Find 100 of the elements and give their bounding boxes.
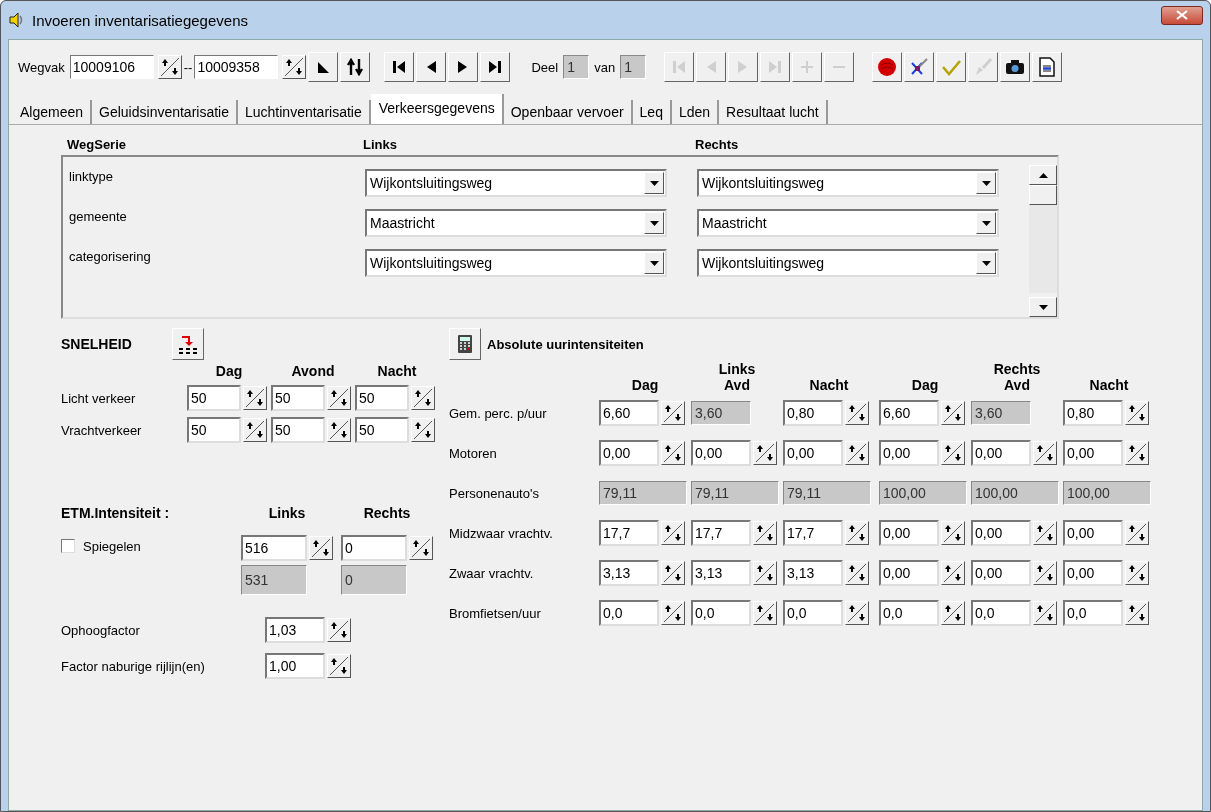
- value-field[interactable]: 0,00: [879, 520, 939, 546]
- value-field[interactable]: 6,60: [879, 400, 939, 426]
- document-button[interactable]: [1032, 52, 1063, 82]
- copy-down-button[interactable]: [171, 328, 204, 360]
- factor-field[interactable]: 1,03: [265, 617, 325, 643]
- dropdown[interactable]: Wijkontsluitingsweg: [697, 249, 999, 277]
- dropdown[interactable]: Maastricht: [365, 209, 667, 237]
- scroll-down-button[interactable]: [1029, 297, 1057, 317]
- spin-button[interactable]: [753, 601, 777, 625]
- spin-button[interactable]: [845, 521, 869, 545]
- dropdown-arrow-button[interactable]: [976, 252, 996, 274]
- spin-button[interactable]: [411, 418, 435, 442]
- dropdown[interactable]: Wijkontsluitingsweg: [365, 169, 667, 197]
- value-field[interactable]: 0,00: [1063, 560, 1123, 586]
- value-field[interactable]: 0,00: [879, 440, 939, 466]
- value-field[interactable]: 0,00: [599, 440, 659, 466]
- dropdown-arrow-button[interactable]: [644, 212, 664, 234]
- camera-button[interactable]: [1000, 52, 1031, 82]
- spin-button[interactable]: [753, 521, 777, 545]
- value-field[interactable]: 0,0: [599, 600, 659, 626]
- close-button[interactable]: [1161, 5, 1203, 25]
- spin-button[interactable]: [1125, 601, 1149, 625]
- speed-field[interactable]: 50: [187, 417, 241, 443]
- first-record-button[interactable]: [384, 52, 415, 82]
- value-field[interactable]: 0,00: [879, 560, 939, 586]
- speed-field[interactable]: 50: [355, 385, 409, 411]
- spin-button[interactable]: [941, 601, 965, 625]
- spin-button[interactable]: [661, 401, 685, 425]
- spin-button[interactable]: [309, 536, 333, 560]
- confirm-button[interactable]: [936, 52, 967, 82]
- spin-button[interactable]: [753, 441, 777, 465]
- spin-button[interactable]: [1125, 561, 1149, 585]
- value-field[interactable]: 3,13: [691, 560, 751, 586]
- value-field[interactable]: 3,13: [599, 560, 659, 586]
- value-field[interactable]: 0,0: [1063, 600, 1123, 626]
- wegvak-from-field[interactable]: 10009106: [69, 55, 154, 79]
- spin-button[interactable]: [411, 386, 435, 410]
- value-field[interactable]: 17,7: [599, 520, 659, 546]
- factor-field[interactable]: 1,00: [265, 653, 325, 679]
- spin-button[interactable]: [941, 561, 965, 585]
- spin-button[interactable]: [1033, 601, 1057, 625]
- spin-button[interactable]: [1033, 561, 1057, 585]
- spin-button[interactable]: [845, 601, 869, 625]
- spin-button[interactable]: [941, 401, 965, 425]
- checkbox[interactable]: [61, 539, 75, 553]
- spin-button[interactable]: [941, 521, 965, 545]
- spin-button[interactable]: [282, 55, 307, 79]
- speed-field[interactable]: 50: [355, 417, 409, 443]
- value-field[interactable]: 0,00: [1063, 520, 1123, 546]
- value-field[interactable]: 0,00: [971, 560, 1031, 586]
- value-field[interactable]: 0,00: [1063, 440, 1123, 466]
- wegvak-to-field[interactable]: 10009358: [194, 55, 279, 79]
- value-field[interactable]: 0,80: [783, 400, 843, 426]
- tab[interactable]: Verkeersgegevens: [370, 94, 504, 124]
- spin-button[interactable]: [327, 654, 351, 678]
- spin-button[interactable]: [753, 561, 777, 585]
- prev-record-button[interactable]: [416, 52, 447, 82]
- value-field[interactable]: 0,00: [691, 440, 751, 466]
- value-field[interactable]: 0,0: [691, 600, 751, 626]
- value-field[interactable]: 6,60: [599, 400, 659, 426]
- value-field[interactable]: 0,00: [783, 440, 843, 466]
- intensity-field[interactable]: 516: [241, 535, 307, 561]
- speed-field[interactable]: 50: [187, 385, 241, 411]
- spin-button[interactable]: [243, 418, 267, 442]
- cancel-button[interactable]: [904, 52, 935, 82]
- spin-button[interactable]: [1033, 521, 1057, 545]
- spin-button[interactable]: [327, 418, 351, 442]
- swap-button[interactable]: [340, 52, 371, 82]
- spin-button[interactable]: [845, 561, 869, 585]
- calculator-button[interactable]: [449, 328, 481, 360]
- dropdown-arrow-button[interactable]: [644, 252, 664, 274]
- spin-button[interactable]: [845, 441, 869, 465]
- scroll-up-button[interactable]: [1029, 165, 1057, 185]
- value-field[interactable]: 0,00: [971, 520, 1031, 546]
- record-button[interactable]: [872, 52, 903, 82]
- next-record-button[interactable]: [448, 52, 479, 82]
- dropdown[interactable]: Wijkontsluitingsweg: [697, 169, 999, 197]
- dropdown-arrow-button[interactable]: [644, 172, 664, 194]
- last-record-button[interactable]: [480, 52, 511, 82]
- spin-button[interactable]: [1125, 401, 1149, 425]
- speed-field[interactable]: 50: [271, 385, 325, 411]
- scroll-thumb[interactable]: [1029, 185, 1057, 205]
- value-field[interactable]: 0,80: [1063, 400, 1123, 426]
- spin-button[interactable]: [661, 441, 685, 465]
- spin-button[interactable]: [845, 401, 869, 425]
- spin-button[interactable]: [243, 386, 267, 410]
- value-field[interactable]: 0,0: [879, 600, 939, 626]
- spin-button[interactable]: [661, 521, 685, 545]
- spin-button[interactable]: [327, 386, 351, 410]
- speed-field[interactable]: 50: [271, 417, 325, 443]
- value-field[interactable]: 0,00: [971, 440, 1031, 466]
- spin-button[interactable]: [157, 55, 182, 79]
- spin-button[interactable]: [327, 618, 351, 642]
- spin-button[interactable]: [409, 536, 433, 560]
- corner-button[interactable]: [308, 52, 339, 82]
- value-field[interactable]: 17,7: [691, 520, 751, 546]
- value-field[interactable]: 0,0: [783, 600, 843, 626]
- dropdown-arrow-button[interactable]: [976, 212, 996, 234]
- spin-button[interactable]: [661, 561, 685, 585]
- spin-button[interactable]: [661, 601, 685, 625]
